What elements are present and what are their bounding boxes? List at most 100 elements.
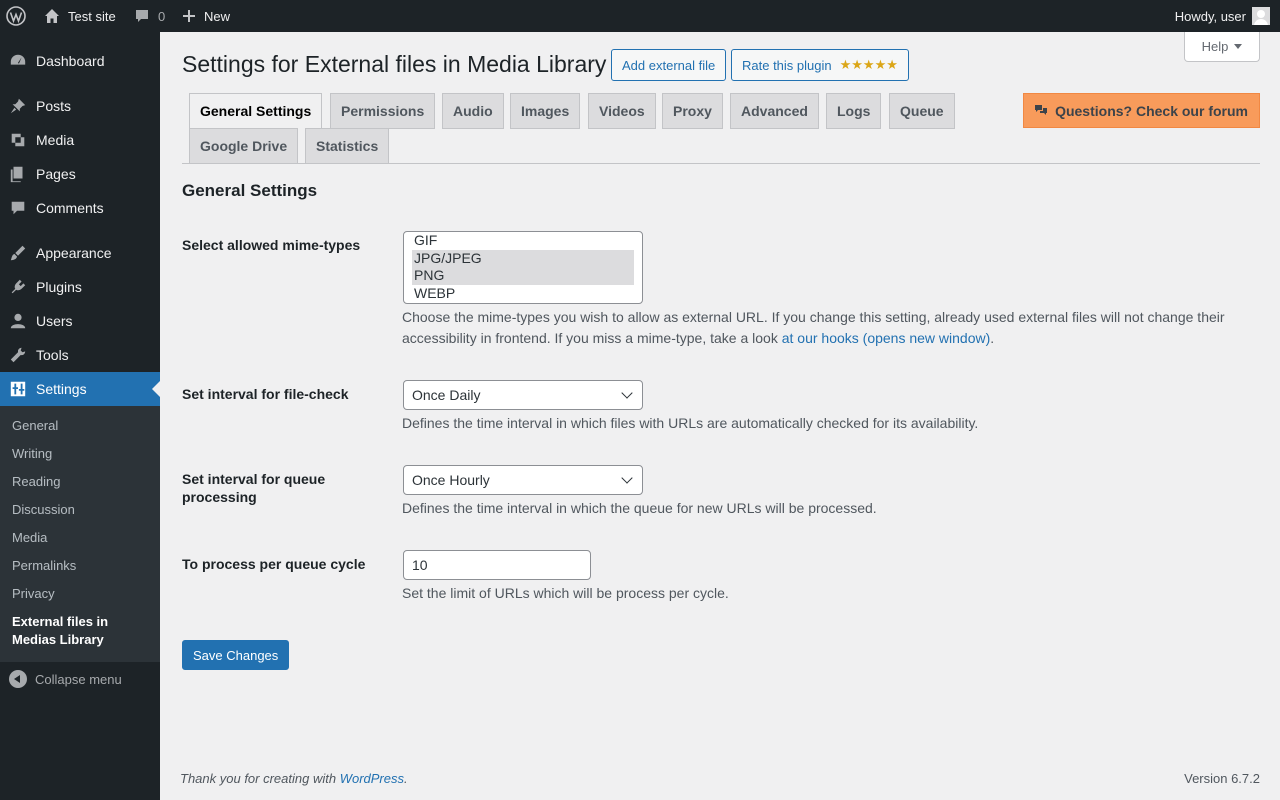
site-name-label: Test site bbox=[68, 8, 116, 24]
comment-icon bbox=[0, 199, 36, 217]
add-external-file-label: Add external file bbox=[622, 57, 716, 73]
page-title: Settings for External files in Media Lib… bbox=[182, 51, 607, 77]
hooks-link[interactable]: at our hooks (opens new window) bbox=[782, 330, 991, 346]
queue-interval-description: Defines the time interval in which the q… bbox=[402, 500, 877, 516]
menu-comments[interactable]: Comments bbox=[0, 191, 160, 225]
submenu-general[interactable]: General bbox=[12, 417, 152, 435]
chat-bubbles-icon bbox=[1035, 104, 1048, 115]
rate-plugin-label: Rate this plugin bbox=[742, 57, 832, 73]
tab-videos[interactable]: Videos bbox=[588, 93, 656, 129]
mime-desc-end: . bbox=[990, 330, 995, 346]
home-icon bbox=[45, 9, 59, 23]
submenu-writing[interactable]: Writing bbox=[12, 445, 152, 463]
settings-submenu: General Writing Reading Discussion Media… bbox=[0, 406, 160, 662]
mime-option-gif[interactable]: GIF bbox=[412, 232, 634, 250]
menu-appearance[interactable]: Appearance bbox=[0, 236, 160, 270]
menu-label: Media bbox=[36, 132, 75, 148]
menu-label: Comments bbox=[36, 200, 104, 216]
mime-option-png[interactable]: PNG bbox=[412, 267, 634, 285]
rate-plugin-button[interactable]: Rate this plugin ★★★★★ bbox=[731, 49, 909, 81]
footer-thanks: Thank you for creating with WordPress. bbox=[180, 771, 408, 786]
submenu-external-files[interactable]: External files in Medias Library bbox=[12, 613, 132, 649]
per-cycle-input[interactable]: 10 bbox=[403, 550, 591, 580]
caret-down-icon bbox=[1234, 44, 1243, 49]
tab-audio[interactable]: Audio bbox=[442, 93, 504, 129]
tab-images[interactable]: Images bbox=[510, 93, 581, 129]
chevron-down-icon bbox=[621, 472, 633, 484]
menu-label: Appearance bbox=[36, 245, 112, 261]
site-name-link[interactable]: Test site bbox=[44, 0, 116, 32]
submenu-permalinks[interactable]: Permalinks bbox=[12, 557, 152, 575]
mime-option-jpg[interactable]: JPG/JPEG bbox=[412, 249, 634, 267]
tab-general-settings[interactable]: General Settings bbox=[189, 93, 323, 129]
menu-label: Dashboard bbox=[36, 53, 105, 69]
tab-statistics[interactable]: Statistics bbox=[305, 128, 390, 164]
mime-types-label: Select allowed mime-types bbox=[182, 237, 361, 253]
submenu-discussion[interactable]: Discussion bbox=[12, 501, 152, 519]
wordpress-link[interactable]: WordPress bbox=[340, 771, 404, 786]
menu-posts[interactable]: Posts bbox=[0, 89, 160, 123]
tab-proxy[interactable]: Proxy bbox=[662, 93, 723, 129]
wordpress-logo-icon[interactable] bbox=[6, 0, 28, 32]
star-rating-icon: ★★★★★ bbox=[839, 57, 898, 72]
file-check-select[interactable]: Once Daily bbox=[403, 380, 643, 410]
forum-button[interactable]: Questions? Check our forum bbox=[1023, 93, 1260, 128]
menu-label: Plugins bbox=[36, 279, 82, 295]
help-tab-button[interactable]: Help bbox=[1184, 32, 1260, 62]
new-content-link[interactable]: New bbox=[182, 0, 230, 32]
per-cycle-label: To process per queue cycle bbox=[182, 556, 366, 572]
submenu-privacy[interactable]: Privacy bbox=[12, 585, 152, 603]
menu-settings[interactable]: Settings bbox=[0, 372, 160, 406]
brush-icon bbox=[0, 244, 36, 262]
file-check-value: Once Daily bbox=[412, 387, 481, 403]
mime-types-description: Choose the mime-types you wish to allow … bbox=[402, 307, 1242, 349]
help-label: Help bbox=[1201, 39, 1229, 54]
menu-plugins[interactable]: Plugins bbox=[0, 270, 160, 304]
menu-label: Settings bbox=[36, 381, 87, 397]
menu-pages[interactable]: Pages bbox=[0, 157, 160, 191]
tab-google-drive[interactable]: Google Drive bbox=[189, 128, 299, 164]
new-label: New bbox=[204, 8, 231, 24]
queue-interval-label: Set interval for queue processing bbox=[182, 471, 326, 505]
collapse-menu-button[interactable]: Collapse menu bbox=[0, 668, 160, 690]
queue-interval-select[interactable]: Once Hourly bbox=[403, 465, 643, 495]
settings-tabs: General Settings Permissions Audio Image… bbox=[182, 92, 1260, 164]
add-external-file-button[interactable]: Add external file bbox=[611, 49, 727, 81]
collapse-arrow-icon bbox=[9, 670, 27, 688]
settings-icon bbox=[0, 380, 36, 398]
forum-label: Questions? Check our forum bbox=[1055, 102, 1248, 119]
file-check-description: Defines the time interval in which files… bbox=[402, 415, 979, 431]
menu-label: Posts bbox=[36, 98, 72, 114]
tab-queue[interactable]: Queue bbox=[889, 93, 955, 129]
dashboard-icon bbox=[0, 52, 36, 70]
menu-tools[interactable]: Tools bbox=[0, 338, 160, 372]
menu-label: Pages bbox=[36, 166, 76, 182]
menu-media[interactable]: Media bbox=[0, 123, 160, 157]
admin-bar: Test site 0 New Howdy, user bbox=[0, 0, 1280, 32]
menu-users[interactable]: Users bbox=[0, 304, 160, 338]
save-changes-button[interactable]: Save Changes bbox=[182, 640, 290, 670]
tab-permissions[interactable]: Permissions bbox=[330, 93, 436, 129]
mime-option-webp[interactable]: WEBP bbox=[412, 285, 634, 303]
plugin-icon bbox=[0, 278, 36, 296]
user-icon bbox=[0, 312, 36, 330]
section-title: General Settings bbox=[182, 181, 318, 200]
howdy-label: Howdy, user bbox=[1174, 8, 1246, 24]
submenu-media[interactable]: Media bbox=[12, 529, 152, 547]
wrench-icon bbox=[0, 346, 36, 364]
chevron-down-icon bbox=[621, 387, 633, 399]
collapse-label: Collapse menu bbox=[35, 671, 122, 687]
submenu-reading[interactable]: Reading bbox=[12, 473, 152, 491]
mime-types-listbox[interactable]: GIF JPG/JPEG PNG WEBP bbox=[403, 231, 643, 304]
plus-icon bbox=[183, 10, 195, 22]
comment-bubble-icon bbox=[136, 10, 148, 22]
avatar bbox=[1252, 7, 1270, 25]
menu-label: Tools bbox=[36, 347, 69, 363]
tab-advanced[interactable]: Advanced bbox=[730, 93, 819, 129]
per-cycle-description: Set the limit of URLs which will be proc… bbox=[402, 585, 729, 601]
tab-logs[interactable]: Logs bbox=[826, 93, 882, 129]
page-icon bbox=[0, 165, 36, 183]
menu-dashboard[interactable]: Dashboard bbox=[0, 44, 160, 78]
comments-link[interactable]: 0 bbox=[134, 0, 165, 32]
my-account-link[interactable]: Howdy, user bbox=[1175, 0, 1270, 32]
